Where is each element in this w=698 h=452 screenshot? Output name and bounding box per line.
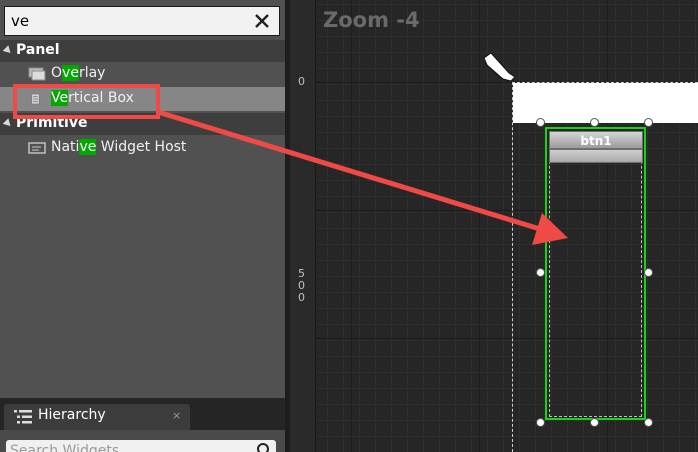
ruler-top-zero: 0 <box>298 75 305 88</box>
annotation-highlight-box <box>13 84 160 119</box>
palette-item-native-widget-host[interactable]: Native Widget Host <box>0 136 285 160</box>
tab-hierarchy-label: Hierarchy <box>38 407 106 423</box>
btn1-widget[interactable]: btn1 <box>549 131 643 149</box>
palette-search-input[interactable]: ve <box>11 12 29 30</box>
resize-handle-bottom-right[interactable] <box>644 418 653 427</box>
ruler-label-500: 5 0 0 <box>298 267 305 304</box>
search-icon[interactable] <box>256 442 272 452</box>
canvas-anchor-icon[interactable] <box>481 53 515 83</box>
palette-item-label: Overlay <box>51 65 106 81</box>
canvas-white-area <box>513 83 698 123</box>
canvas-boundary-horizontal <box>512 82 698 83</box>
btn1-lower-widget[interactable] <box>549 149 643 163</box>
resize-handle-right[interactable] <box>644 268 653 277</box>
vertical-ruler <box>290 0 316 452</box>
clear-search-icon[interactable] <box>251 10 273 32</box>
category-panel[interactable]: Panel <box>0 40 285 62</box>
resize-handle-bottom[interactable] <box>590 418 599 427</box>
vertical-box-slot-outline <box>549 131 642 417</box>
hierarchy-list-icon <box>14 410 32 424</box>
resize-handle-top[interactable] <box>590 118 599 127</box>
caret-down-icon <box>2 45 14 56</box>
resize-handle-top-left[interactable] <box>536 118 545 127</box>
canvas-boundary-vertical <box>512 82 513 452</box>
overlay-icon <box>28 67 46 81</box>
caret-down-icon <box>2 118 14 129</box>
palette-search-field[interactable]: ve <box>4 6 280 36</box>
native-widget-host-icon <box>28 142 46 154</box>
hierarchy-search-placeholder: Search Widgets <box>10 443 120 452</box>
palette-item-overlay[interactable]: Overlay <box>0 62 285 86</box>
resize-handle-bottom-left[interactable] <box>536 418 545 427</box>
palette-item-label: Native Widget Host <box>51 139 187 155</box>
category-label: Panel <box>16 42 60 58</box>
resize-handle-top-right[interactable] <box>644 118 653 127</box>
zoom-level-label: Zoom -4 <box>323 8 420 32</box>
resize-handle-left[interactable] <box>536 268 545 277</box>
close-tab-icon[interactable]: × <box>172 409 181 422</box>
